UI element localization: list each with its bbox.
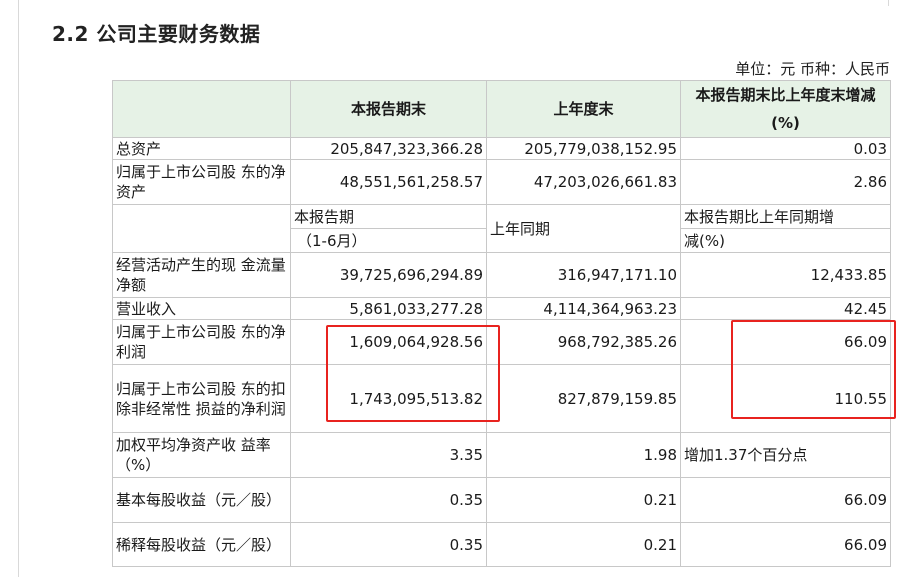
row-change: 66.09 bbox=[680, 477, 891, 523]
page-left-border bbox=[18, 0, 19, 577]
header-change-line2: (%) bbox=[771, 114, 800, 132]
row-prior: 1.98 bbox=[486, 432, 681, 478]
row-current: 3.35 bbox=[290, 432, 487, 478]
table-row: 加权平均净资产收 益率（%） 3.35 1.98 增加1.37个百分点 bbox=[112, 432, 891, 478]
table-row: 稀释每股收益（元／股） 0.35 0.21 66.09 bbox=[112, 522, 891, 567]
row-prior: 205,779,038,152.95 bbox=[486, 137, 681, 160]
row-change: 0.03 bbox=[680, 137, 891, 160]
period-header-change-line1: 本报告期比上年同期增 bbox=[680, 204, 891, 229]
table-header-row: 本报告期末 上年度末 本报告期末比上年度末增减 (%) bbox=[112, 80, 891, 138]
row-label: 总资产 bbox=[112, 137, 291, 160]
header-change-line1: 本报告期末比上年度末增减 bbox=[695, 86, 876, 104]
row-prior: 47,203,026,661.83 bbox=[486, 159, 681, 205]
section-title: 2.2 公司主要财务数据 bbox=[52, 22, 261, 46]
period-header-change-line2: 减(%) bbox=[680, 228, 891, 253]
row-prior: 827,879,159.85 bbox=[486, 364, 681, 433]
table-row: 经营活动产生的现 金流量净额 39,725,696,294.89 316,947… bbox=[112, 252, 891, 298]
highlight-box-current-profit bbox=[326, 325, 500, 422]
row-label: 稀释每股收益（元／股） bbox=[112, 522, 291, 567]
row-prior: 316,947,171.10 bbox=[486, 252, 681, 298]
row-current: 39,725,696,294.89 bbox=[290, 252, 487, 298]
row-current: 48,551,561,258.57 bbox=[290, 159, 487, 205]
row-prior: 0.21 bbox=[486, 522, 681, 567]
row-label: 经营活动产生的现 金流量净额 bbox=[112, 252, 291, 298]
highlight-box-change-profit bbox=[731, 320, 896, 419]
table-row: 总资产 205,847,323,366.28 205,779,038,152.9… bbox=[112, 137, 891, 160]
row-label: 基本每股收益（元／股） bbox=[112, 477, 291, 523]
table-row: 归属于上市公司股 东的净资产 48,551,561,258.57 47,203,… bbox=[112, 159, 891, 205]
row-current: 205,847,323,366.28 bbox=[290, 137, 487, 160]
row-label: 加权平均净资产收 益率（%） bbox=[112, 432, 291, 478]
row-current: 5,861,033,277.28 bbox=[290, 297, 487, 320]
header-change-percent: 本报告期末比上年度末增减 (%) bbox=[680, 80, 891, 138]
row-prior: 4,114,364,963.23 bbox=[486, 297, 681, 320]
row-label: 归属于上市公司股 东的净资产 bbox=[112, 159, 291, 205]
row-change: 12,433.85 bbox=[680, 252, 891, 298]
period-header-prior: 上年同期 bbox=[486, 204, 681, 253]
table-row: 营业收入 5,861,033,277.28 4,114,364,963.23 4… bbox=[112, 297, 891, 320]
header-blank-cell bbox=[112, 80, 291, 138]
row-prior: 0.21 bbox=[486, 477, 681, 523]
header-current-period-end: 本报告期末 bbox=[290, 80, 487, 138]
row-label: 营业收入 bbox=[112, 297, 291, 320]
row-change: 增加1.37个百分点 bbox=[680, 432, 891, 478]
period-header-blank bbox=[112, 204, 291, 253]
unit-note: 单位：元 币种：人民币 bbox=[735, 60, 890, 78]
header-prior-year-end: 上年度末 bbox=[486, 80, 681, 138]
row-change: 42.45 bbox=[680, 297, 891, 320]
page-right-border bbox=[888, 0, 889, 6]
row-label: 归属于上市公司股 东的扣除非经常性 损益的净利润 bbox=[112, 364, 291, 433]
row-label: 归属于上市公司股 东的净利润 bbox=[112, 319, 291, 365]
period-header-row: 本报告期 上年同期 本报告期比上年同期增 bbox=[112, 204, 891, 253]
period-header-current-line1: 本报告期 bbox=[290, 204, 487, 229]
row-change: 2.86 bbox=[680, 159, 891, 205]
row-current: 0.35 bbox=[290, 522, 487, 567]
row-change: 66.09 bbox=[680, 522, 891, 567]
table-row: 基本每股收益（元／股） 0.35 0.21 66.09 bbox=[112, 477, 891, 523]
row-prior: 968,792,385.26 bbox=[486, 319, 681, 365]
row-current: 0.35 bbox=[290, 477, 487, 523]
period-header-current-line2: （1-6月） bbox=[290, 228, 487, 253]
